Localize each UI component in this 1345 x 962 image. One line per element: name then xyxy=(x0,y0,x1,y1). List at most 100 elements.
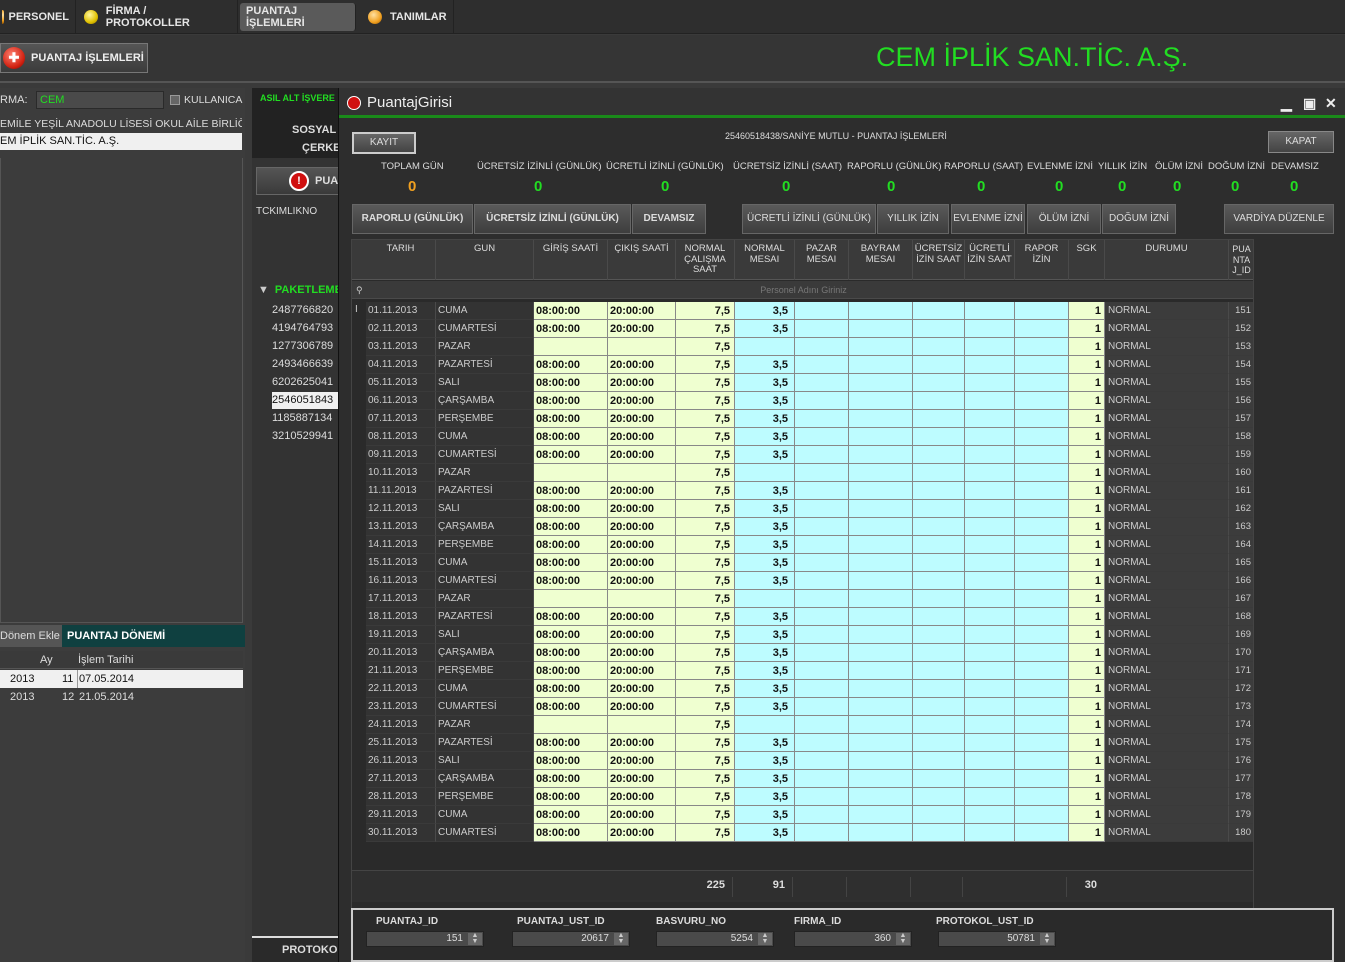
donem-row[interactable]: 2013 12 21.05.2014 xyxy=(0,688,243,706)
cell-bayram-mesai[interactable] xyxy=(849,626,913,644)
cell-bayram-mesai[interactable] xyxy=(849,500,913,518)
cell-ucretli-izin[interactable] xyxy=(965,572,1015,590)
cell-giris[interactable]: 08:00:00 xyxy=(534,446,608,464)
table-row[interactable]: 04.11.2013 PAZARTESİ 08:00:00 20:00:00 7,5 3,… xyxy=(352,356,1253,374)
cell-ucretsiz-izin[interactable] xyxy=(913,770,965,788)
cell-giris[interactable]: 08:00:00 xyxy=(534,626,608,644)
cell-normal-mesai[interactable]: 3,5 xyxy=(735,392,795,410)
cell-ucretsiz-izin[interactable] xyxy=(913,698,965,716)
cell-giris[interactable]: 08:00:00 xyxy=(534,356,608,374)
cell-normal-mesai[interactable] xyxy=(735,464,795,482)
cell-bayram-mesai[interactable] xyxy=(849,608,913,626)
cell-sgk[interactable]: 1 xyxy=(1069,554,1105,572)
puantaj-islemleri-button[interactable]: ✚ PUANTAJ İŞLEMLERİ xyxy=(0,43,148,73)
cell-ucretli-izin[interactable] xyxy=(965,374,1015,392)
table-row[interactable]: 28.11.2013 PERŞEMBE 08:00:00 20:00:00 7,5 3,5… xyxy=(352,788,1253,806)
cell-sgk[interactable]: 1 xyxy=(1069,788,1105,806)
cell-ucretsiz-izin[interactable] xyxy=(913,500,965,518)
table-row[interactable]: 21.11.2013 PERŞEMBE 08:00:00 20:00:00 7,5 3,5… xyxy=(352,662,1253,680)
spinner-icon[interactable]: ▲ ▼ xyxy=(758,932,772,945)
cell-normal-mesai[interactable]: 3,5 xyxy=(735,374,795,392)
col-header-ucretli-izin-saat[interactable]: ÜCRETLİ İZİN SAAT xyxy=(965,240,1015,280)
cell-rapor-izin[interactable] xyxy=(1015,626,1069,644)
cell-giris[interactable]: 08:00:00 xyxy=(534,518,608,536)
cell-pazar-mesai[interactable] xyxy=(795,536,849,554)
cell-sgk[interactable]: 1 xyxy=(1069,752,1105,770)
cell-rapor-izin[interactable] xyxy=(1015,302,1069,320)
cell-rapor-izin[interactable] xyxy=(1015,554,1069,572)
cell-pazar-mesai[interactable] xyxy=(795,392,849,410)
cell-ucretsiz-izin[interactable] xyxy=(913,662,965,680)
cell-cikis[interactable]: 20:00:00 xyxy=(608,770,676,788)
cell-pazar-mesai[interactable] xyxy=(795,662,849,680)
cell-ucretli-izin[interactable] xyxy=(965,770,1015,788)
col-header-ucretsiz-izin-saat[interactable]: ÜCRETSİZ İZİN SAAT xyxy=(913,240,965,280)
cell-ucretsiz-izin[interactable] xyxy=(913,410,965,428)
cell-normal-calisma[interactable]: 7,5 xyxy=(676,356,735,374)
table-row[interactable]: I 01.11.2013 CUMA 08:00:00 20:00:00 7,5 3,5 1 NO… xyxy=(352,302,1253,320)
cell-normal-mesai[interactable]: 3,5 xyxy=(735,518,795,536)
cell-sgk[interactable]: 1 xyxy=(1069,644,1105,662)
vardiya-duzenle-button[interactable]: VARDİYA DÜZENLE xyxy=(1224,204,1334,234)
cell-ucretsiz-izin[interactable] xyxy=(913,554,965,572)
tc-row[interactable]: 1277306789 xyxy=(272,338,347,355)
cell-sgk[interactable]: 1 xyxy=(1069,536,1105,554)
cell-giris[interactable]: 08:00:00 xyxy=(534,302,608,320)
cell-normal-mesai[interactable]: 3,5 xyxy=(735,734,795,752)
spinner-icon[interactable]: ▲ ▼ xyxy=(468,932,482,945)
cell-cikis[interactable] xyxy=(608,716,676,734)
cell-pazar-mesai[interactable] xyxy=(795,824,849,842)
cell-pazar-mesai[interactable] xyxy=(795,428,849,446)
cell-ucretsiz-izin[interactable] xyxy=(913,752,965,770)
cell-pazar-mesai[interactable] xyxy=(795,806,849,824)
cell-sgk[interactable]: 1 xyxy=(1069,680,1105,698)
cell-cikis[interactable]: 20:00:00 xyxy=(608,572,676,590)
cell-sgk[interactable]: 1 xyxy=(1069,770,1105,788)
cell-bayram-mesai[interactable] xyxy=(849,734,913,752)
cell-normal-mesai[interactable]: 3,5 xyxy=(735,446,795,464)
tab-puantaj-islemleri[interactable]: PUANTAJ İŞLEMLERİ xyxy=(240,3,356,31)
cell-sgk[interactable]: 1 xyxy=(1069,590,1105,608)
cell-normal-mesai[interactable] xyxy=(735,716,795,734)
cell-normal-calisma[interactable]: 7,5 xyxy=(676,338,735,356)
cell-ucretli-izin[interactable] xyxy=(965,320,1015,338)
cell-normal-calisma[interactable]: 7,5 xyxy=(676,572,735,590)
table-row[interactable]: 24.11.2013 PAZAR 7,5 1 NORMAL 174 xyxy=(352,716,1253,734)
cell-normal-calisma[interactable]: 7,5 xyxy=(676,590,735,608)
col-header-normal-mesai[interactable]: NORMAL MESAI xyxy=(735,240,795,280)
cell-normal-mesai[interactable]: 3,5 xyxy=(735,770,795,788)
cell-pazar-mesai[interactable] xyxy=(795,680,849,698)
cell-rapor-izin[interactable] xyxy=(1015,680,1069,698)
cell-sgk[interactable]: 1 xyxy=(1069,464,1105,482)
tc-row[interactable]: 2487766820 xyxy=(272,302,347,319)
cell-giris[interactable]: 08:00:00 xyxy=(534,788,608,806)
cell-sgk[interactable]: 1 xyxy=(1069,518,1105,536)
cell-bayram-mesai[interactable] xyxy=(849,428,913,446)
cell-cikis[interactable]: 20:00:00 xyxy=(608,446,676,464)
cell-sgk[interactable]: 1 xyxy=(1069,500,1105,518)
table-row[interactable]: 16.11.2013 CUMARTESİ 08:00:00 20:00:00 7,5 3,… xyxy=(352,572,1253,590)
cell-normal-calisma[interactable]: 7,5 xyxy=(676,716,735,734)
cell-sgk[interactable]: 1 xyxy=(1069,410,1105,428)
cell-sgk[interactable]: 1 xyxy=(1069,716,1105,734)
cell-rapor-izin[interactable] xyxy=(1015,770,1069,788)
cell-cikis[interactable]: 20:00:00 xyxy=(608,806,676,824)
table-row[interactable]: 19.11.2013 SALI 08:00:00 20:00:00 7,5 3,5 1 NOR… xyxy=(352,626,1253,644)
cell-normal-mesai[interactable]: 3,5 xyxy=(735,536,795,554)
table-row[interactable]: 26.11.2013 SALI 08:00:00 20:00:00 7,5 3,5 1 NOR… xyxy=(352,752,1253,770)
dogum-izni-button[interactable]: DOĞUM İZNİ xyxy=(1102,204,1176,234)
cell-bayram-mesai[interactable] xyxy=(849,536,913,554)
cell-rapor-izin[interactable] xyxy=(1015,320,1069,338)
firma-input[interactable]: CEM xyxy=(36,91,164,109)
cell-bayram-mesai[interactable] xyxy=(849,482,913,500)
cell-cikis[interactable] xyxy=(608,338,676,356)
table-row[interactable]: 09.11.2013 CUMARTESİ 08:00:00 20:00:00 7,5 3,… xyxy=(352,446,1253,464)
cell-rapor-izin[interactable] xyxy=(1015,482,1069,500)
cell-normal-calisma[interactable]: 7,5 xyxy=(676,770,735,788)
col-header-normal-calisma[interactable]: NORMAL ÇALIŞMA SAAT xyxy=(676,240,735,280)
cell-ucretsiz-izin[interactable] xyxy=(913,482,965,500)
cell-rapor-izin[interactable] xyxy=(1015,806,1069,824)
cell-cikis[interactable]: 20:00:00 xyxy=(608,482,676,500)
cell-normal-calisma[interactable]: 7,5 xyxy=(676,806,735,824)
cell-bayram-mesai[interactable] xyxy=(849,464,913,482)
